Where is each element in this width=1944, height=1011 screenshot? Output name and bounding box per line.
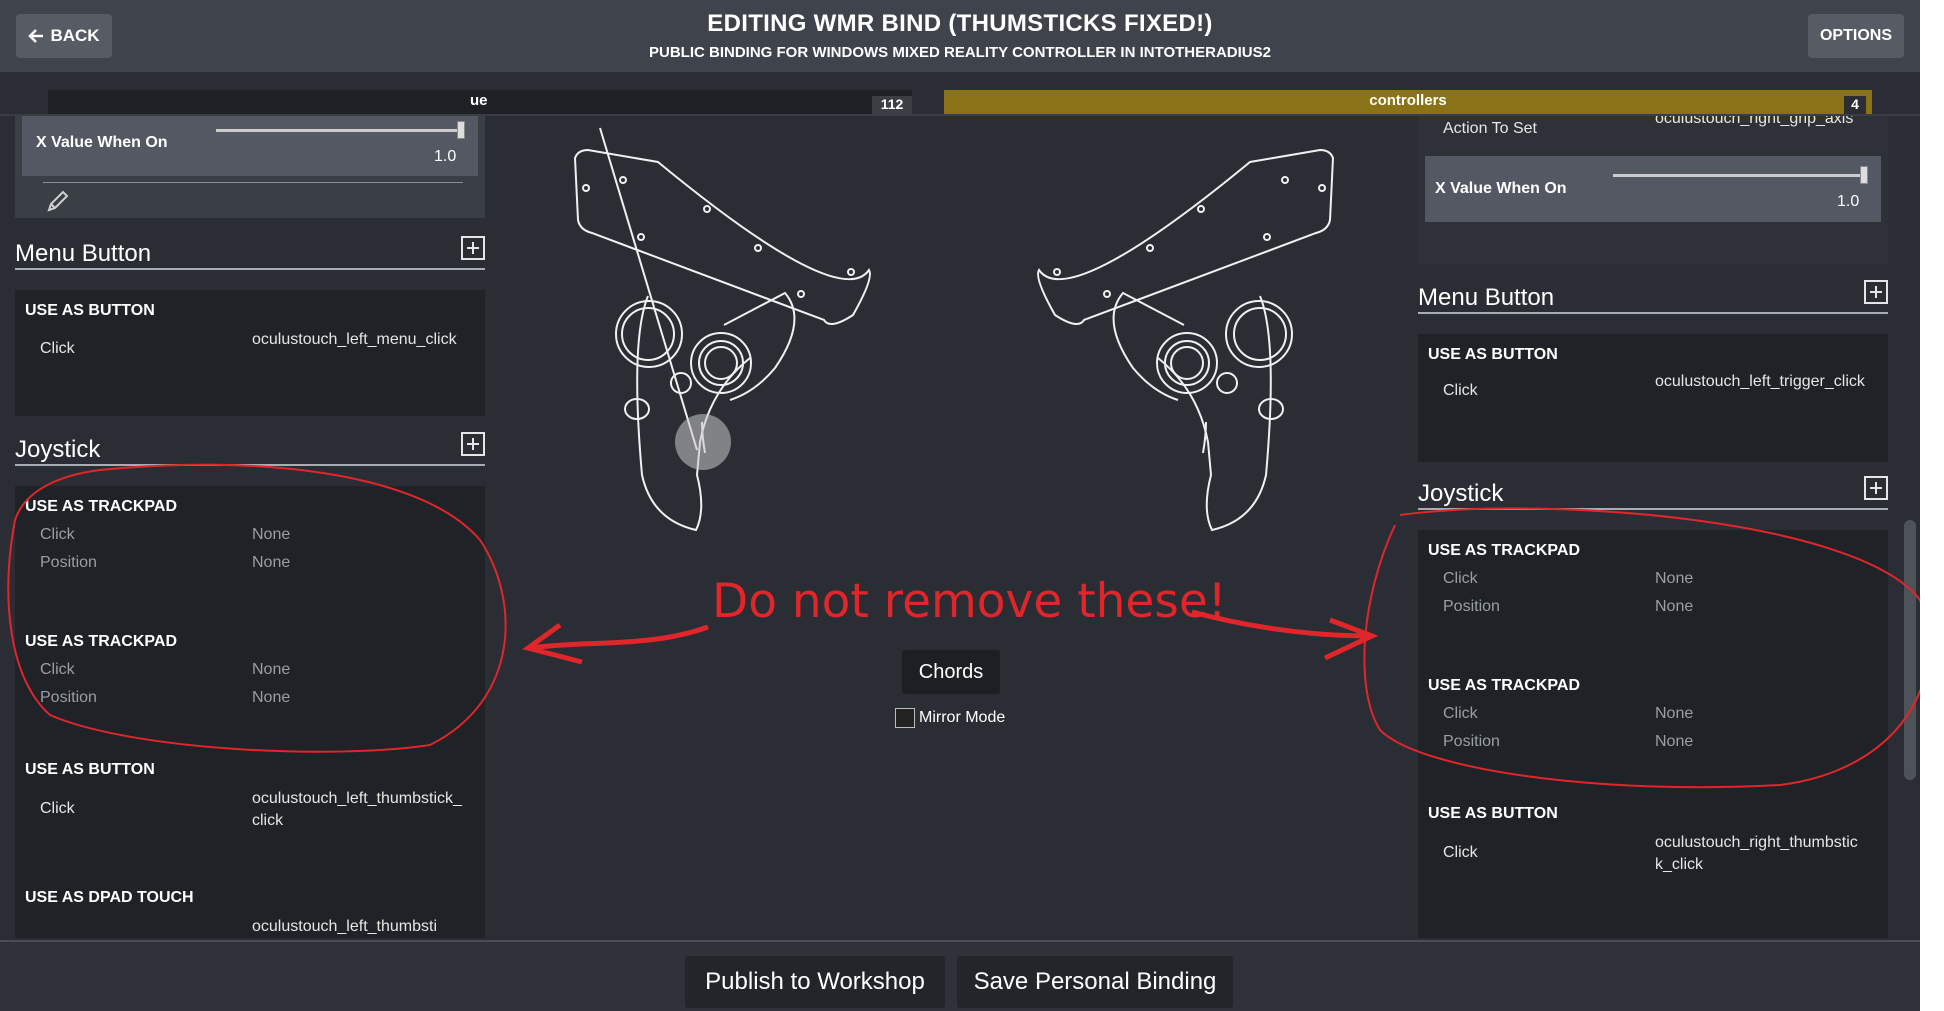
binding-editor-page: BACK EDITING WMR BIND (THUMSTICKS FIXED!…: [0, 0, 1920, 1011]
publish-to-workshop-button[interactable]: Publish to Workshop: [685, 956, 945, 1008]
footer-bar: Publish to Workshop Save Personal Bindin…: [0, 940, 1920, 1011]
left-arrow: [522, 622, 709, 665]
annotation-text: Do not remove these!: [712, 574, 1227, 629]
left-annotation-circle: [7, 463, 507, 753]
window-margin: [1920, 0, 1944, 1011]
red-annotation-overlay: [7, 463, 1920, 789]
save-personal-binding-button[interactable]: Save Personal Binding: [957, 956, 1233, 1008]
right-annotation-circle: [1363, 507, 1920, 789]
